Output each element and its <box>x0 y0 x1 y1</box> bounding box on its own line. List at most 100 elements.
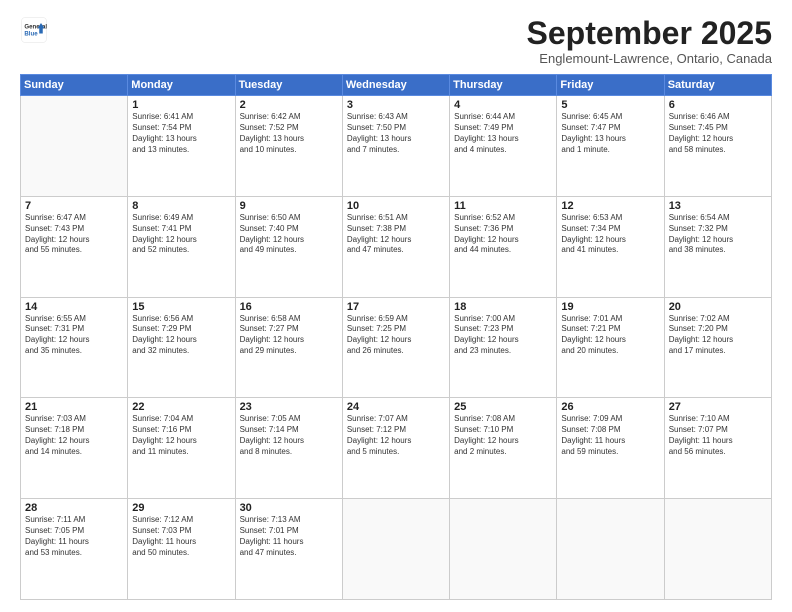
cell-content: Sunset: 7:08 PM <box>561 425 659 436</box>
day-number: 12 <box>561 200 659 212</box>
cell-content: Daylight: 11 hours <box>25 537 123 548</box>
cell-content: Sunrise: 6:53 AM <box>561 213 659 224</box>
table-row: 9Sunrise: 6:50 AMSunset: 7:40 PMDaylight… <box>235 196 342 297</box>
table-row: 8Sunrise: 6:49 AMSunset: 7:41 PMDaylight… <box>128 196 235 297</box>
day-number: 9 <box>240 200 338 212</box>
cell-content: Sunset: 7:07 PM <box>669 425 767 436</box>
cell-content: Sunrise: 7:03 AM <box>25 414 123 425</box>
table-row: 2Sunrise: 6:42 AMSunset: 7:52 PMDaylight… <box>235 96 342 197</box>
col-saturday: Saturday <box>664 75 771 96</box>
cell-content: Sunset: 7:52 PM <box>240 123 338 134</box>
table-row: 27Sunrise: 7:10 AMSunset: 7:07 PMDayligh… <box>664 398 771 499</box>
cell-content: Sunset: 7:01 PM <box>240 526 338 537</box>
cell-content: Sunrise: 6:58 AM <box>240 314 338 325</box>
cell-content: and 10 minutes. <box>240 145 338 156</box>
cell-content: and 38 minutes. <box>669 245 767 256</box>
cell-content: Sunset: 7:21 PM <box>561 324 659 335</box>
day-number: 28 <box>25 502 123 514</box>
table-row <box>342 499 449 600</box>
cell-content: and 53 minutes. <box>25 548 123 559</box>
day-number: 6 <box>669 99 767 111</box>
cell-content: Daylight: 12 hours <box>25 436 123 447</box>
day-number: 20 <box>669 301 767 313</box>
day-number: 29 <box>132 502 230 514</box>
cell-content: Daylight: 11 hours <box>240 537 338 548</box>
cell-content: Sunset: 7:34 PM <box>561 224 659 235</box>
cell-content: Sunset: 7:36 PM <box>454 224 552 235</box>
day-number: 17 <box>347 301 445 313</box>
cell-content: Sunrise: 7:12 AM <box>132 515 230 526</box>
cell-content: Sunrise: 6:41 AM <box>132 112 230 123</box>
cell-content: Daylight: 13 hours <box>561 134 659 145</box>
table-row: 12Sunrise: 6:53 AMSunset: 7:34 PMDayligh… <box>557 196 664 297</box>
cell-content: Sunset: 7:40 PM <box>240 224 338 235</box>
cell-content: Sunset: 7:43 PM <box>25 224 123 235</box>
cell-content: Sunrise: 6:59 AM <box>347 314 445 325</box>
cell-content: Sunset: 7:12 PM <box>347 425 445 436</box>
table-row: 16Sunrise: 6:58 AMSunset: 7:27 PMDayligh… <box>235 297 342 398</box>
cell-content: Daylight: 13 hours <box>454 134 552 145</box>
month-title: September 2025 <box>527 16 772 51</box>
cell-content: Sunrise: 6:42 AM <box>240 112 338 123</box>
cell-content: Sunset: 7:20 PM <box>669 324 767 335</box>
cell-content: Daylight: 12 hours <box>454 335 552 346</box>
cell-content: Daylight: 12 hours <box>240 235 338 246</box>
week-row-1: 1Sunrise: 6:41 AMSunset: 7:54 PMDaylight… <box>21 96 772 197</box>
logo: General Blue <box>20 16 48 44</box>
cell-content: and 44 minutes. <box>454 245 552 256</box>
cell-content: and 2 minutes. <box>454 447 552 458</box>
day-number: 3 <box>347 99 445 111</box>
cell-content: Sunrise: 7:02 AM <box>669 314 767 325</box>
cell-content: Daylight: 12 hours <box>669 335 767 346</box>
cell-content: and 59 minutes. <box>561 447 659 458</box>
cell-content: Sunset: 7:14 PM <box>240 425 338 436</box>
day-number: 23 <box>240 401 338 413</box>
cell-content: Sunset: 7:16 PM <box>132 425 230 436</box>
cell-content: and 1 minute. <box>561 145 659 156</box>
day-number: 18 <box>454 301 552 313</box>
day-number: 1 <box>132 99 230 111</box>
location-subtitle: Englemount-Lawrence, Ontario, Canada <box>527 51 772 66</box>
table-row: 29Sunrise: 7:12 AMSunset: 7:03 PMDayligh… <box>128 499 235 600</box>
table-row: 18Sunrise: 7:00 AMSunset: 7:23 PMDayligh… <box>450 297 557 398</box>
day-number: 27 <box>669 401 767 413</box>
day-number: 22 <box>132 401 230 413</box>
day-number: 10 <box>347 200 445 212</box>
cell-content: and 8 minutes. <box>240 447 338 458</box>
table-row <box>557 499 664 600</box>
cell-content: Sunrise: 6:44 AM <box>454 112 552 123</box>
title-block: September 2025 Englemount-Lawrence, Onta… <box>527 16 772 66</box>
cell-content: Daylight: 12 hours <box>669 134 767 145</box>
table-row: 6Sunrise: 6:46 AMSunset: 7:45 PMDaylight… <box>664 96 771 197</box>
table-row: 26Sunrise: 7:09 AMSunset: 7:08 PMDayligh… <box>557 398 664 499</box>
cell-content: Daylight: 13 hours <box>347 134 445 145</box>
cell-content: Daylight: 12 hours <box>454 436 552 447</box>
table-row: 28Sunrise: 7:11 AMSunset: 7:05 PMDayligh… <box>21 499 128 600</box>
week-row-5: 28Sunrise: 7:11 AMSunset: 7:05 PMDayligh… <box>21 499 772 600</box>
cell-content: Sunset: 7:25 PM <box>347 324 445 335</box>
cell-content: Daylight: 12 hours <box>240 335 338 346</box>
cell-content: Daylight: 12 hours <box>561 335 659 346</box>
cell-content: Daylight: 12 hours <box>669 235 767 246</box>
table-row: 7Sunrise: 6:47 AMSunset: 7:43 PMDaylight… <box>21 196 128 297</box>
cell-content: Daylight: 11 hours <box>561 436 659 447</box>
day-number: 14 <box>25 301 123 313</box>
svg-text:General: General <box>24 23 47 30</box>
day-number: 7 <box>25 200 123 212</box>
col-wednesday: Wednesday <box>342 75 449 96</box>
cell-content: Sunrise: 6:46 AM <box>669 112 767 123</box>
cell-content: Sunrise: 7:08 AM <box>454 414 552 425</box>
cell-content: and 47 minutes. <box>240 548 338 559</box>
week-row-2: 7Sunrise: 6:47 AMSunset: 7:43 PM Daylight… <box>21 196 772 297</box>
cell-content: Sunset: 7:32 PM <box>669 224 767 235</box>
cell-content: and 35 minutes. <box>25 346 123 357</box>
cell-content: and 29 minutes. <box>240 346 338 357</box>
cell-content: Sunrise: 6:47 AM <box>25 213 123 224</box>
table-row: 1Sunrise: 6:41 AMSunset: 7:54 PMDaylight… <box>128 96 235 197</box>
day-number: 11 <box>454 200 552 212</box>
cell-content: Daylight: 11 hours <box>669 436 767 447</box>
svg-text:Blue: Blue <box>24 30 38 37</box>
cell-content: Daylight: 12 hours <box>132 335 230 346</box>
cell-content: and 26 minutes. <box>347 346 445 357</box>
week-row-4: 21Sunrise: 7:03 AMSunset: 7:18 PMDayligh… <box>21 398 772 499</box>
